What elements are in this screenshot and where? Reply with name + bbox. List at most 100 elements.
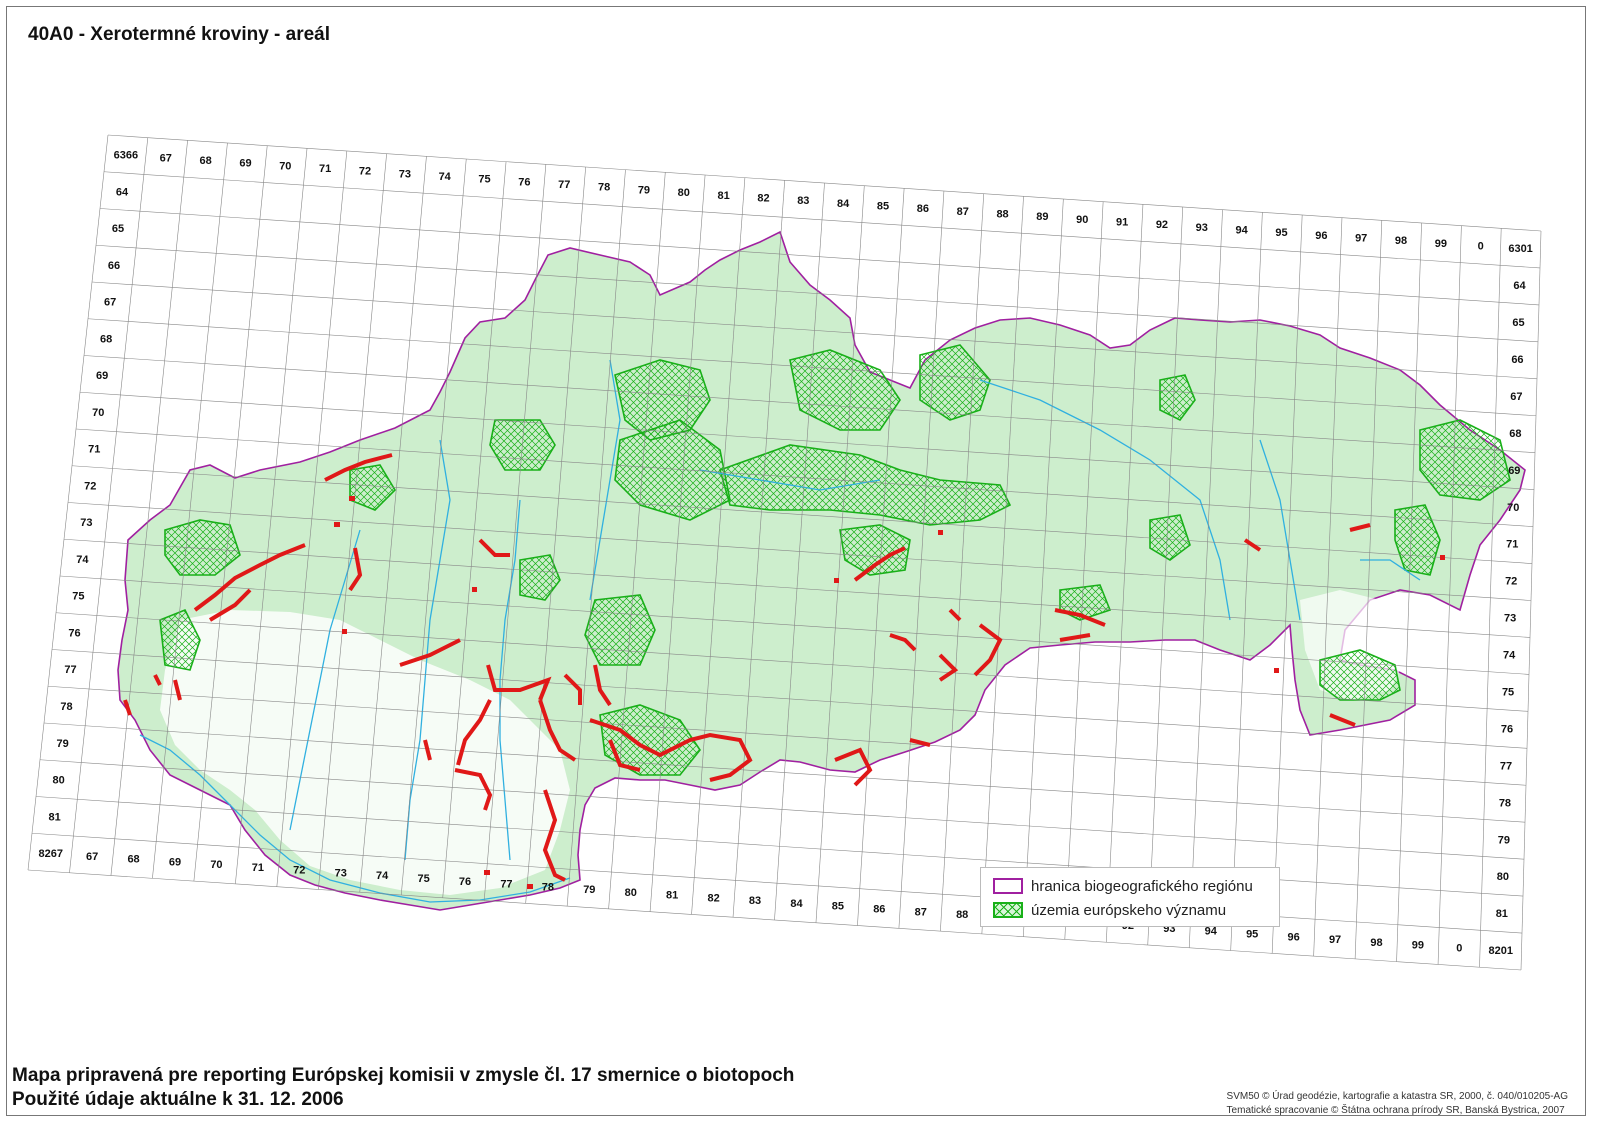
grid-label-left: 69 xyxy=(96,370,108,382)
credits-line-1: SVM50 © Úrad geodézie, kartografie a kat… xyxy=(1226,1091,1568,1102)
grid-label-bottom: 75 xyxy=(417,873,429,885)
legend-item-boundary: hranica biogeografického regiónu xyxy=(993,876,1253,896)
map-footer: Mapa pripravená pre reporting Európskej … xyxy=(12,1064,794,1112)
grid-label-left: 75 xyxy=(72,591,84,603)
grid-label-top: 81 xyxy=(718,190,730,202)
grid-label-bottom: 71 xyxy=(252,862,264,874)
grid-label-left: 66 xyxy=(108,260,120,272)
grid-label-top: 84 xyxy=(837,198,850,210)
grid-label-left: 67 xyxy=(104,297,116,309)
grid-label-bottom: 94 xyxy=(1205,926,1218,938)
grid-label-top: 95 xyxy=(1275,227,1287,239)
grid-label-left: 80 xyxy=(53,775,65,787)
footer-line-2: Použité údaje aktuálne k 31. 12. 2006 xyxy=(12,1089,344,1110)
grid-label-bottom: 95 xyxy=(1246,928,1258,940)
grid-label-right: 68 xyxy=(1509,428,1521,440)
grid-label-right: 81 xyxy=(1496,908,1508,920)
grid-label-right: 71 xyxy=(1506,539,1518,551)
grid-label-right: 65 xyxy=(1512,317,1524,329)
grid-label-right: 69 xyxy=(1508,465,1520,477)
legend-label-sites: územia európskeho významu xyxy=(1031,901,1227,919)
grid-label-right: 77 xyxy=(1500,760,1512,772)
grid-label-top: 92 xyxy=(1156,219,1168,231)
grid-label-top: 99 xyxy=(1435,238,1447,250)
grid-label-bottom: 81 xyxy=(666,890,678,902)
grid-label-bottom: 69 xyxy=(169,856,181,868)
grid-label-top: 6301 xyxy=(1508,243,1532,255)
grid-label-right: 66 xyxy=(1511,354,1523,366)
credits-line-2: Tematické spracovanie © Štátna ochrana p… xyxy=(1226,1105,1565,1116)
grid-label-bottom: 72 xyxy=(293,865,305,877)
grid-label-right: 76 xyxy=(1501,723,1513,735)
grid-label-top: 73 xyxy=(399,168,411,180)
grid-label-top: 67 xyxy=(160,152,172,164)
grid-label-bottom: 85 xyxy=(832,901,844,913)
grid-label-left: 70 xyxy=(92,407,104,419)
grid-label-bottom: 74 xyxy=(376,870,389,882)
grid-label-top: 70 xyxy=(279,160,291,172)
grid-label-top: 0 xyxy=(1478,240,1484,252)
legend-item-sites: územia európskeho významu xyxy=(993,900,1226,920)
grid-label-top: 77 xyxy=(558,179,570,191)
grid-label-bottom: 68 xyxy=(127,854,139,866)
sites-swatch xyxy=(993,902,1023,918)
grid-label-top: 80 xyxy=(678,187,690,199)
grid-label-right: 74 xyxy=(1503,650,1516,662)
grid-label-top: 83 xyxy=(797,195,809,207)
grid-label-left: 76 xyxy=(68,627,80,639)
grid-label-top: 6366 xyxy=(114,150,138,162)
grid-label-bottom: 8201 xyxy=(1489,945,1513,957)
grid-label-right: 72 xyxy=(1505,576,1517,588)
grid-label-bottom: 98 xyxy=(1370,937,1382,949)
footer-line-1: Mapa pripravená pre reporting Európskej … xyxy=(12,1065,795,1086)
grid-label-top: 85 xyxy=(877,200,889,212)
grid-label-left: 79 xyxy=(56,738,68,750)
grid-label-top: 93 xyxy=(1196,222,1208,234)
grid-label-top: 69 xyxy=(239,158,251,170)
grid-label-top: 97 xyxy=(1355,232,1367,244)
grid-label-bottom: 80 xyxy=(625,887,637,899)
grid-label-bottom: 82 xyxy=(707,892,719,904)
grid-label-left: 71 xyxy=(88,444,100,456)
grid-label-right: 67 xyxy=(1510,391,1522,403)
grid-label-top: 76 xyxy=(518,176,530,188)
grid-label-bottom: 88 xyxy=(956,909,968,921)
grid-label-right: 64 xyxy=(1513,280,1526,292)
legend-label-boundary: hranica biogeografického regiónu xyxy=(1031,877,1253,895)
grid-label-bottom: 87 xyxy=(915,906,927,918)
grid-label-top: 86 xyxy=(917,203,929,215)
map-credits: SVM50 © Úrad geodézie, kartografie a kat… xyxy=(1227,1090,1568,1118)
grid-label-top: 98 xyxy=(1395,235,1407,247)
map-legend: hranica biogeografického regiónu územia … xyxy=(980,867,1280,927)
boundary-swatch xyxy=(993,878,1023,894)
grid-label-right: 80 xyxy=(1497,871,1509,883)
grid-label-left: 68 xyxy=(100,333,112,345)
grid-label-top: 88 xyxy=(996,208,1008,220)
grid-label-bottom: 67 xyxy=(86,851,98,863)
grid-label-top: 75 xyxy=(478,174,490,186)
grid-label-top: 87 xyxy=(957,206,969,218)
grid-label-top: 89 xyxy=(1036,211,1048,223)
grid-label-left: 77 xyxy=(64,664,76,676)
grid-label-bottom: 97 xyxy=(1329,934,1341,946)
grid-label-top: 91 xyxy=(1116,216,1128,228)
grid-label-left: 81 xyxy=(49,811,61,823)
grid-label-top: 71 xyxy=(319,163,331,175)
grid-label-left: 64 xyxy=(116,186,129,198)
grid-label-top: 68 xyxy=(199,155,211,167)
grid-label-bottom: 73 xyxy=(335,867,347,879)
grid-label-top: 74 xyxy=(439,171,452,183)
grid-label-left: 72 xyxy=(84,480,96,492)
grid-label-bottom: 8267 xyxy=(38,848,62,860)
map-canvas: 6366 67 68 69 70 71 72 73 74 75 76 77 78 79 80 81 82 83 84… xyxy=(27,134,1542,971)
grid-label-left: 73 xyxy=(80,517,92,529)
grid-label-left: 74 xyxy=(76,554,89,566)
grid-label-bottom: 0 xyxy=(1456,942,1462,954)
grid-label-left: 65 xyxy=(112,223,124,235)
grid-label-top: 82 xyxy=(757,192,769,204)
grid-label-bottom: 70 xyxy=(210,859,222,871)
grid-label-top: 94 xyxy=(1236,224,1249,236)
grid-label-bottom: 99 xyxy=(1412,940,1424,952)
grid-label-bottom: 76 xyxy=(459,876,471,888)
grid-label-bottom: 77 xyxy=(500,879,512,891)
